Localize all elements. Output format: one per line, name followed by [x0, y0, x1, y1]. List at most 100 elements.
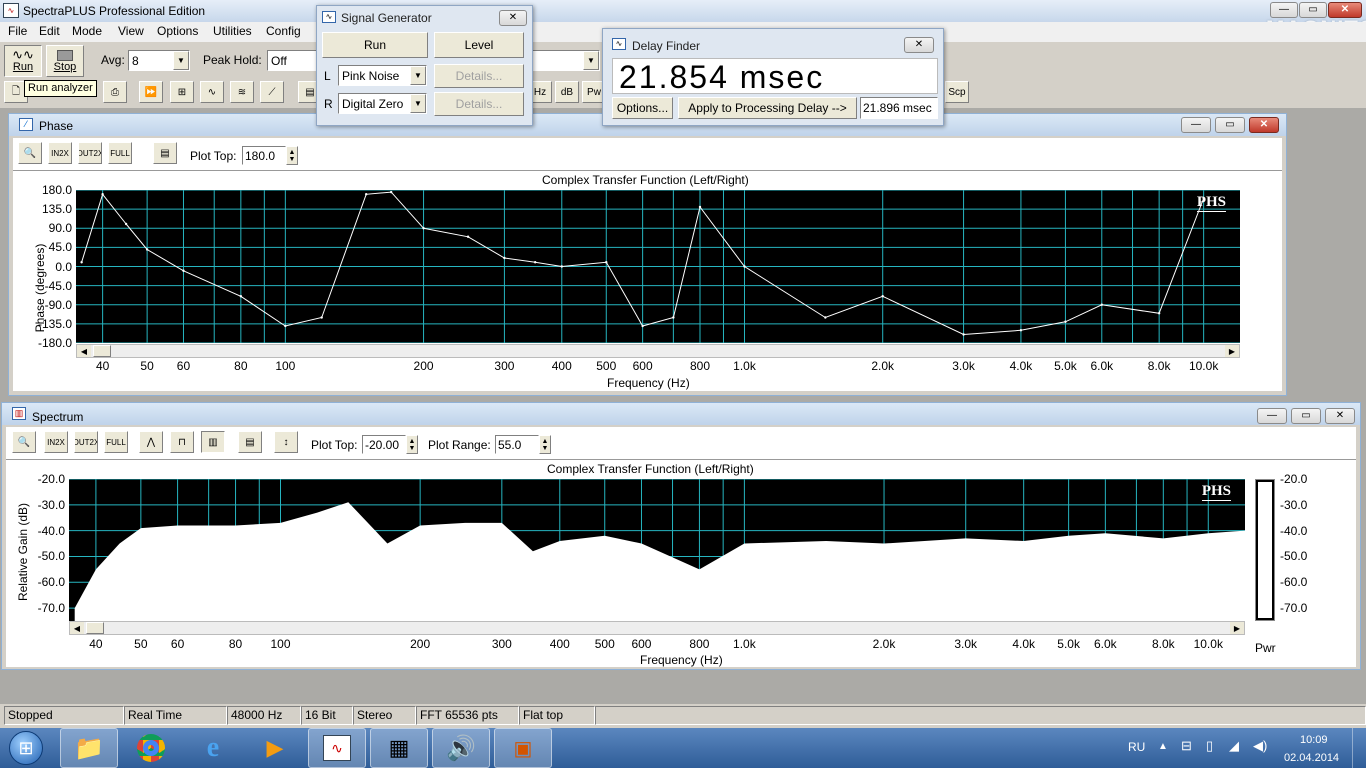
show-desktop-button[interactable]	[1352, 728, 1366, 768]
hidden-select-arrow-icon[interactable]: ▼	[583, 51, 599, 70]
stop-button[interactable]: Stop	[46, 45, 84, 77]
spectrum-plot-top-input[interactable]: -20.00	[362, 435, 406, 454]
menu-options[interactable]: Options	[157, 24, 198, 38]
delay-finder-close-button[interactable]: ✕	[904, 37, 934, 53]
phase-plot-top-input[interactable]: 180.0	[242, 146, 286, 165]
phase-zoom-in-2x-icon[interactable]: IN2X	[48, 142, 72, 164]
avg-dropdown-arrow-icon[interactable]: ▼	[173, 51, 189, 70]
phase-scroll-thumb[interactable]	[93, 345, 111, 357]
spectraplus-icon: ∿	[323, 735, 351, 761]
phase-close-button[interactable]: ✕	[1249, 117, 1279, 133]
language-indicator[interactable]: RU	[1128, 740, 1145, 754]
phase-plot-top-spinner[interactable]: ▲ ▼	[286, 146, 298, 165]
phase-zoom-out-2x-icon[interactable]: OUT2X	[78, 142, 102, 164]
taskbar-media[interactable]: ▶	[246, 728, 304, 768]
taskbar-volume-app[interactable]: 🔊	[432, 728, 490, 768]
clock-time[interactable]: 10:09	[1300, 734, 1328, 746]
menu-file[interactable]: File	[8, 24, 27, 38]
status-mode: Real Time	[124, 706, 227, 725]
spectrum-zoom-in-2x-icon[interactable]: IN2X	[44, 431, 68, 453]
spectrum-minimize-button[interactable]: —	[1257, 408, 1287, 424]
right-channel-select[interactable]: Digital Zero ▼	[338, 93, 427, 114]
app-close-button[interactable]: ✕	[1328, 2, 1362, 18]
left-details-button[interactable]: Details...	[434, 64, 524, 88]
scp-button[interactable]: Scp	[945, 81, 969, 103]
menu-config[interactable]: Config	[266, 24, 301, 38]
three-d-icon[interactable]: ⟋	[260, 81, 284, 103]
avg-select[interactable]: 8 ▼	[128, 50, 190, 71]
battery-icon[interactable]: ▯	[1206, 738, 1213, 754]
hidden-select[interactable]: ▼	[532, 50, 600, 71]
menu-utilities[interactable]: Utilities	[213, 24, 252, 38]
delay-options-button[interactable]: Options...	[612, 97, 673, 119]
phase-minimize-button[interactable]: —	[1181, 117, 1211, 133]
app-minimize-button[interactable]: —	[1270, 2, 1298, 18]
print-icon[interactable]: ⎙	[103, 81, 127, 103]
phase-settings-icon[interactable]: ▤	[153, 142, 177, 164]
phase-zoom-icon[interactable]: 🔍	[18, 142, 42, 164]
phase-xtick: 10.0k	[1188, 359, 1219, 373]
spectrum-maximize-button[interactable]: ▭	[1291, 408, 1321, 424]
spectrum-plot-top-spinner[interactable]: ▲ ▼	[406, 435, 418, 454]
apply-delay-button[interactable]: Apply to Processing Delay -->	[678, 97, 857, 119]
spectrum-plot-range-input[interactable]: 55.0	[495, 435, 539, 454]
spectrum-scroll-right-icon[interactable]: ▶	[1230, 622, 1244, 634]
taskbar-spectraplus[interactable]: ∿	[308, 728, 366, 768]
right-details-button[interactable]: Details...	[434, 92, 524, 116]
phase-scrollbar[interactable]: ◀ ▶	[76, 344, 1240, 358]
spectrum-zoom-out-2x-icon[interactable]: OUT2X	[74, 431, 98, 453]
spectrum-step-mode-icon[interactable]: ⊓	[170, 431, 194, 453]
taskbar-explorer[interactable]: 📁	[60, 728, 118, 768]
spectrogram-icon[interactable]: ≋	[230, 81, 254, 103]
spectrum-scrollbar[interactable]: ◀ ▶	[69, 621, 1245, 635]
phase-view-icon[interactable]: ⊞	[170, 81, 194, 103]
peak-hold-select[interactable]: Off	[267, 50, 322, 71]
phase-zoom-full-icon[interactable]: FULL	[108, 142, 132, 164]
db-button[interactable]: dB	[555, 81, 579, 103]
signal-generator-run-button[interactable]: Run	[322, 32, 428, 58]
left-channel-arrow-icon[interactable]: ▼	[410, 66, 426, 85]
left-channel-select[interactable]: Pink Noise ▼	[338, 65, 427, 86]
spectrum-range-icon[interactable]: ↕	[274, 431, 298, 453]
menu-edit[interactable]: Edit	[39, 24, 60, 38]
app-maximize-button[interactable]: ▭	[1299, 2, 1327, 18]
right-channel-arrow-icon[interactable]: ▼	[410, 94, 426, 113]
phase-scroll-right-icon[interactable]: ▶	[1225, 345, 1239, 357]
volume-tray-icon[interactable]: ◀)	[1253, 738, 1267, 754]
signal-generator-close-button[interactable]: ✕	[499, 10, 527, 26]
network-icon[interactable]: ⊟	[1181, 738, 1192, 754]
phase-point	[389, 190, 393, 194]
spectrum-settings-icon[interactable]: ▤	[238, 431, 262, 453]
spectrum-scroll-thumb[interactable]	[86, 622, 104, 634]
wireless-icon[interactable]: ◢	[1229, 738, 1239, 754]
phase-plot-top-value: 180.0	[245, 149, 276, 163]
spectrum-zoom-full-icon[interactable]: FULL	[104, 431, 128, 453]
clock-date[interactable]: 02.04.2014	[1284, 752, 1339, 764]
spectrum-xtick: 300	[491, 637, 512, 651]
signal-generator-level-button[interactable]: Level	[434, 32, 524, 58]
menu-view[interactable]: View	[118, 24, 144, 38]
taskbar-chrome[interactable]	[122, 728, 180, 768]
start-button[interactable]: ⊞	[4, 728, 48, 768]
spectrum-scroll-left-icon[interactable]: ◀	[70, 622, 84, 634]
menu-mode[interactable]: Mode	[72, 24, 102, 38]
phase-scroll-left-icon[interactable]: ◀	[77, 345, 91, 357]
applied-delay-field[interactable]: 21.896 msec	[860, 97, 938, 119]
spectrum-zoom-icon[interactable]: 🔍	[12, 431, 36, 453]
run-button[interactable]: ∿∿ Run	[4, 45, 42, 77]
avg-label: Avg:	[101, 53, 125, 67]
taskbar-presentation[interactable]: ▣	[494, 728, 552, 768]
spectrum-close-button[interactable]: ✕	[1325, 408, 1355, 424]
spectrum-plot-range-spinner[interactable]: ▲ ▼	[539, 435, 551, 454]
fast-forward-icon[interactable]: ⏩	[139, 81, 163, 103]
spectrum-xtick: 400	[549, 637, 570, 651]
spectrum-line-mode-icon[interactable]: ⋀	[139, 431, 163, 453]
taskbar-ie[interactable]: e	[184, 728, 242, 768]
spectrum-xtick: 60	[170, 637, 185, 651]
show-hidden-icons-icon[interactable]: ▲	[1158, 741, 1168, 752]
spectrum-bar-mode-icon[interactable]: ▥	[201, 431, 225, 453]
delay-finder-title: Delay Finder	[632, 39, 701, 53]
waveform-icon[interactable]: ∿	[200, 81, 224, 103]
taskbar-control-panel[interactable]: ▦	[370, 728, 428, 768]
phase-maximize-button[interactable]: ▭	[1215, 117, 1245, 133]
